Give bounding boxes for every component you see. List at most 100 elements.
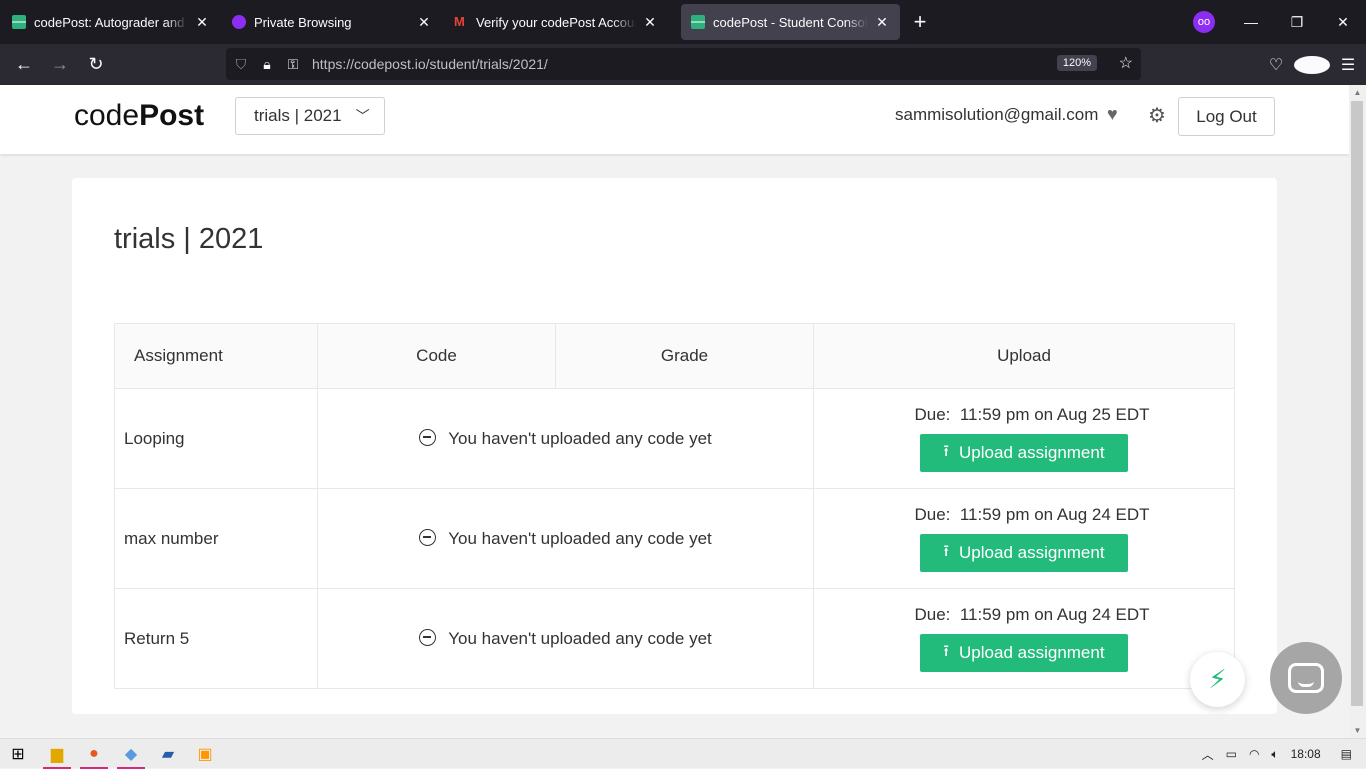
tab-student-console[interactable]: codePost - Student Console ✕ xyxy=(681,4,900,40)
tab-private-browsing[interactable]: Private Browsing ✕ xyxy=(222,4,442,40)
assignment-name: max number xyxy=(114,488,318,589)
due-label: Due: xyxy=(914,505,951,524)
course-selector[interactable]: trials | 2021 ﹀ xyxy=(235,97,385,135)
back-arrow-icon[interactable]: ← xyxy=(6,54,42,75)
upload-cell: Due: 11:59 pm on Aug 24 EDT ⭱ Upload assi… xyxy=(813,488,1235,589)
key-icon[interactable]: ⚿ xyxy=(280,56,306,73)
user-email: sammisolution@gmail.com xyxy=(895,105,1099,124)
close-window-icon[interactable]: ✕ xyxy=(1320,14,1366,31)
file-explorer-icon[interactable]: ▆ xyxy=(39,739,75,769)
close-tab-icon[interactable]: ✕ xyxy=(642,14,658,31)
column-header-assignment: Assignment xyxy=(114,323,318,389)
scrollbar-thumb[interactable] xyxy=(1351,101,1363,706)
codepost-favicon-icon xyxy=(12,15,26,29)
url-bar[interactable]: ⛉ 🔒︎ ⚿ https://codepost.io/student/trial… xyxy=(226,48,1141,80)
vertical-scrollbar[interactable]: ▲ ▼ xyxy=(1349,85,1366,738)
windows-start-icon[interactable]: ⊞ xyxy=(0,739,36,769)
page-content: codePost trials | 2021 ﹀ sammisolution@g… xyxy=(0,85,1349,738)
due-date: Due: 11:59 pm on Aug 24 EDT xyxy=(814,505,1234,525)
code-status-text: You haven't uploaded any code yet xyxy=(448,428,712,448)
upload-button-label: Upload assignment xyxy=(959,543,1105,562)
upload-cell: Due: 11:59 pm on Aug 24 EDT ⭱ Upload assi… xyxy=(813,588,1235,689)
forward-arrow-icon[interactable]: → xyxy=(42,54,78,75)
minus-circle-icon xyxy=(419,628,437,646)
column-header-grade: Grade xyxy=(555,323,814,389)
bookmark-star-icon[interactable]: ☆ xyxy=(1119,53,1133,73)
gear-icon[interactable]: ⚙ xyxy=(1148,103,1166,128)
lightning-bolt-button[interactable]: ⚡︎ xyxy=(1190,652,1245,707)
minus-circle-icon xyxy=(419,528,437,546)
scroll-down-arrow-icon[interactable]: ▼ xyxy=(1349,726,1366,735)
minimize-icon[interactable]: — xyxy=(1228,14,1274,30)
upload-assignment-button[interactable]: ⭱ Upload assignment xyxy=(920,534,1128,572)
tab-codepost-autograder[interactable]: codePost: Autograder and code ✕ xyxy=(2,4,220,40)
close-tab-icon[interactable]: ✕ xyxy=(194,14,210,31)
heart-icon[interactable]: ♥ xyxy=(1107,104,1118,125)
tray-chevron-up-icon[interactable]: ︿ xyxy=(1202,746,1214,763)
table-header-row: Assignment Code Grade Upload xyxy=(114,323,1235,389)
minus-circle-icon xyxy=(419,428,437,446)
table-row: max number You haven't uploaded any code… xyxy=(114,488,1235,589)
upload-assignment-button[interactable]: ⭱ Upload assignment xyxy=(920,434,1128,472)
upload-icon: ⭱ xyxy=(943,542,950,560)
due-value: 11:59 pm on Aug 24 EDT xyxy=(959,605,1150,624)
tab-title: codePost: Autograder and code xyxy=(34,14,188,30)
table-row: Looping You haven't uploaded any code ye… xyxy=(114,388,1235,489)
code-status-text: You haven't uploaded any code yet xyxy=(448,628,712,648)
due-value: 11:59 pm on Aug 25 EDT xyxy=(959,405,1150,424)
sublime-text-icon[interactable]: ▣ xyxy=(187,739,223,769)
column-header-code: Code xyxy=(317,323,556,389)
clock-time[interactable]: 18:08 xyxy=(1291,747,1321,761)
due-date: Due: 11:59 pm on Aug 24 EDT xyxy=(814,605,1234,625)
upload-cell: Due: 11:59 pm on Aug 25 EDT ⭱ Upload assi… xyxy=(813,388,1235,489)
logo-bold-text: Post xyxy=(139,99,205,132)
shield-icon[interactable]: ⛉ xyxy=(228,56,254,73)
account-initial: S xyxy=(1294,55,1330,74)
code-status-cell: You haven't uploaded any code yet xyxy=(317,588,814,689)
code-status-text: You haven't uploaded any code yet xyxy=(448,528,712,548)
menu-hamburger-icon[interactable]: ☰ xyxy=(1330,55,1366,75)
wifi-icon[interactable]: ◠ xyxy=(1249,747,1259,761)
firefox-icon[interactable]: ● xyxy=(76,739,112,769)
new-tab-button[interactable]: + xyxy=(900,9,940,35)
volume-icon[interactable]: 🔈︎ xyxy=(1271,747,1278,762)
codepost-logo[interactable]: codePost xyxy=(74,99,204,133)
upload-button-label: Upload assignment xyxy=(959,643,1105,662)
notifications-icon[interactable]: ▤ xyxy=(1341,747,1352,761)
code-status-cell: You haven't uploaded any code yet xyxy=(317,388,814,489)
scroll-up-arrow-icon[interactable]: ▲ xyxy=(1349,88,1366,97)
chat-launcher-button[interactable] xyxy=(1270,642,1342,714)
tab-title: Private Browsing xyxy=(254,14,352,30)
assignments-table: Assignment Code Grade Upload Looping You… xyxy=(114,323,1235,689)
private-mask-icon xyxy=(232,15,246,29)
account-icon[interactable]: S xyxy=(1294,55,1330,74)
app-diamond-icon[interactable]: ◆ xyxy=(113,739,149,769)
logout-button[interactable]: Log Out xyxy=(1178,97,1275,136)
window-controls: — ❐ ✕ xyxy=(1228,0,1366,44)
reload-icon[interactable]: ↻ xyxy=(78,54,114,75)
browser-toolbar-right: ♡ S ☰ xyxy=(1258,44,1366,85)
pocket-icon[interactable]: ♡ xyxy=(1258,55,1294,75)
close-tab-icon[interactable]: ✕ xyxy=(416,14,432,31)
restore-icon[interactable]: ❐ xyxy=(1274,14,1320,31)
upload-assignment-button[interactable]: ⭱ Upload assignment xyxy=(920,634,1128,672)
assignments-card: trials | 2021 Assignment Code Grade Uplo… xyxy=(72,178,1277,714)
zoom-level[interactable]: 120% xyxy=(1056,55,1097,71)
tab-title: codePost - Student Console xyxy=(713,14,868,30)
lock-icon[interactable]: 🔒︎ xyxy=(254,56,280,73)
browser-tab-bar: codePost: Autograder and code ✕ Private … xyxy=(0,0,1366,44)
battery-icon[interactable]: ▭ xyxy=(1226,747,1237,761)
due-value: 11:59 pm on Aug 24 EDT xyxy=(959,505,1150,524)
powershell-icon[interactable]: ▰ xyxy=(150,739,186,769)
due-label: Due: xyxy=(914,405,951,424)
assignment-name: Looping xyxy=(114,388,318,489)
code-status-cell: You haven't uploaded any code yet xyxy=(317,488,814,589)
url-text[interactable]: https://codepost.io/student/trials/2021/ xyxy=(312,56,548,72)
due-date: Due: 11:59 pm on Aug 25 EDT xyxy=(814,405,1234,425)
tab-gmail-verify[interactable]: M Verify your codePost Account! - ✕ xyxy=(444,4,668,40)
gmail-icon: M xyxy=(454,14,465,29)
tab-title: Verify your codePost Account! - xyxy=(476,14,636,30)
close-tab-icon[interactable]: ✕ xyxy=(874,14,890,31)
upload-icon: ⭱ xyxy=(943,642,950,660)
system-tray: ︿ ▭ ◠ 🔈︎ 18:08 ▤ xyxy=(1196,739,1366,769)
